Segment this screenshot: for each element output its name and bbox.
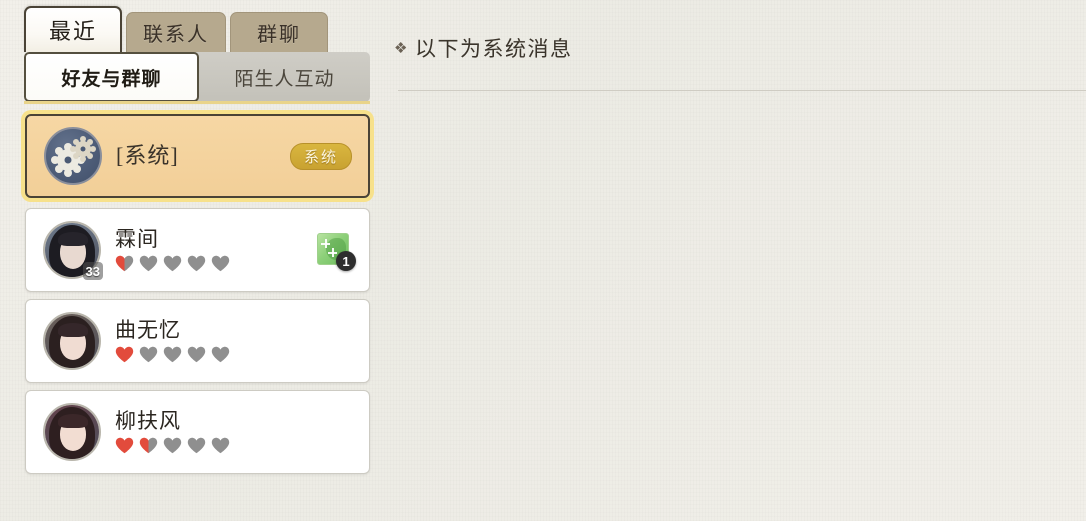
gift-notification[interactable]: 1 — [317, 233, 356, 271]
conversation-sidebar: 最近 联系人 群聊 好友与群聊 陌生人互动 [系统] 系统 33 霖间 1 曲无忆柳扶风 — [0, 0, 385, 521]
heart-empty-icon — [163, 346, 182, 363]
conversation-item[interactable]: 33 霖间 1 — [25, 208, 370, 292]
subtab-stranger-interaction[interactable]: 陌生人互动 — [199, 52, 370, 102]
heart-empty-icon — [211, 255, 230, 272]
tab-recent[interactable]: 最近 — [24, 6, 122, 52]
heart-filled-icon — [115, 346, 134, 363]
chat-window: 最近 联系人 群聊 好友与群聊 陌生人互动 [系统] 系统 33 霖间 1 曲无忆柳扶风 ❖ 以… — [0, 0, 1086, 521]
avatar[interactable]: 33 — [43, 221, 103, 280]
heart-empty-icon — [211, 437, 230, 454]
heart-empty-icon — [163, 437, 182, 454]
conversation-item[interactable]: 曲无忆 — [25, 299, 370, 383]
conversation-name: 霖间 — [115, 227, 159, 252]
portrait-avatar — [43, 312, 101, 370]
avatar[interactable] — [43, 312, 101, 370]
avatar[interactable] — [43, 403, 101, 461]
conversation-name: [系统] — [116, 143, 179, 169]
affinity-hearts — [115, 255, 317, 272]
tab-contacts[interactable]: 联系人 — [126, 12, 226, 52]
conversation-item[interactable]: 柳扶风 — [25, 390, 370, 474]
system-notice-text: 以下为系统消息 — [414, 37, 573, 61]
conversation-body: [系统] — [116, 144, 290, 167]
tab-group-chat[interactable]: 群聊 — [230, 12, 328, 52]
tab-label: 最近 — [48, 19, 97, 44]
heart-empty-icon — [139, 346, 158, 363]
conversation-body: 柳扶风 — [115, 410, 369, 453]
avatar[interactable] — [44, 127, 102, 185]
heart-empty-icon — [187, 346, 206, 363]
main-tab-bar: 最近 联系人 群聊 — [24, 6, 328, 52]
conversation-name: 柳扶风 — [115, 409, 181, 434]
heart-empty-icon — [187, 255, 206, 272]
diamond-ornament-icon: ❖ — [394, 40, 409, 57]
heart-empty-icon — [211, 346, 230, 363]
heart-half-icon — [115, 255, 134, 272]
affinity-hearts — [115, 437, 369, 454]
message-panel: ❖ 以下为系统消息 — [385, 0, 1086, 521]
heart-empty-icon — [163, 255, 182, 272]
gears-icon — [44, 127, 102, 185]
tab-label: 群聊 — [257, 24, 301, 46]
subtab-friends-and-groups[interactable]: 好友与群聊 — [24, 52, 199, 102]
heart-empty-icon — [187, 437, 206, 454]
sub-tab-label: 好友与群聊 — [61, 68, 162, 90]
gift-count-badge: 1 — [336, 251, 356, 271]
conversation-body: 霖间 — [115, 228, 317, 271]
conversation-list[interactable]: [系统] 系统 33 霖间 1 曲无忆柳扶风 — [0, 104, 385, 521]
heart-half-icon — [139, 437, 158, 454]
conversation-body: 曲无忆 — [115, 319, 369, 362]
heart-empty-icon — [139, 255, 158, 272]
conversation-item[interactable]: [系统] 系统 — [25, 114, 370, 198]
sub-tab-label: 陌生人互动 — [234, 68, 335, 90]
sub-tab-bar: 好友与群聊 陌生人互动 — [24, 52, 370, 102]
portrait-avatar — [43, 403, 101, 461]
system-message-notice: ❖ 以下为系统消息 — [394, 33, 572, 63]
level-badge: 33 — [82, 262, 103, 280]
panel-divider — [398, 90, 1086, 91]
tab-label: 联系人 — [143, 24, 209, 46]
conversation-name: 曲无忆 — [115, 318, 181, 343]
gear-icon — [75, 141, 91, 157]
status-badge: 系统 — [289, 142, 352, 170]
affinity-hearts — [115, 346, 369, 363]
heart-filled-icon — [115, 437, 134, 454]
